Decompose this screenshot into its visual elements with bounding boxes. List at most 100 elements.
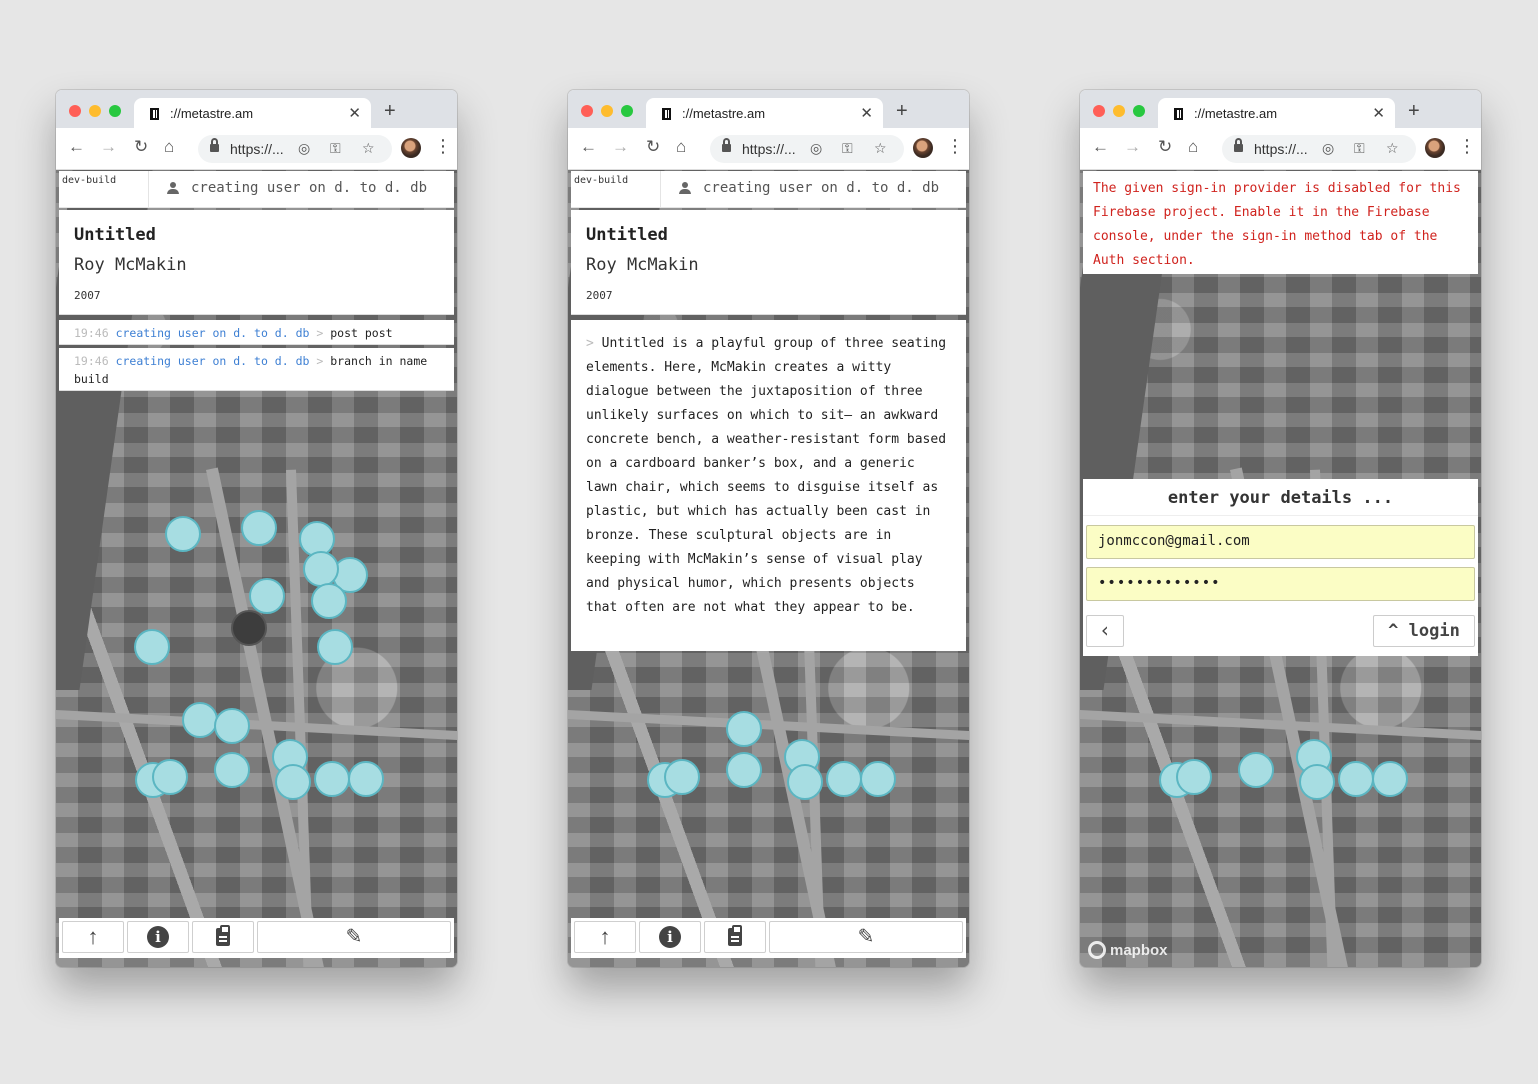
- map-marker[interactable]: [1338, 761, 1374, 797]
- forward-icon[interactable]: →: [100, 138, 117, 155]
- map-marker[interactable]: [348, 761, 384, 797]
- address-bar[interactable]: https://... ◎ ⚿ ☆: [1222, 135, 1416, 163]
- map-marker[interactable]: [303, 551, 339, 587]
- reload-icon[interactable]: ↻: [134, 138, 148, 155]
- profile-avatar[interactable]: [401, 138, 421, 158]
- map-marker[interactable]: [249, 578, 285, 614]
- map-marker[interactable]: [664, 759, 700, 795]
- maximize-window-button[interactable]: [1133, 105, 1145, 117]
- bookmark-star-icon[interactable]: ☆: [1386, 140, 1399, 157]
- browser-menu-icon[interactable]: ⋮: [946, 137, 964, 155]
- maximize-window-button[interactable]: [109, 105, 121, 117]
- browser-tab[interactable]: ://metastre.am ✕: [646, 98, 883, 128]
- browser-menu-icon[interactable]: ⋮: [1458, 137, 1476, 155]
- user-status[interactable]: creating user on d. to d. db: [167, 180, 427, 196]
- home-icon[interactable]: ⌂: [676, 138, 686, 155]
- key-icon[interactable]: ⚿: [1354, 140, 1365, 157]
- minimize-window-button[interactable]: [89, 105, 101, 117]
- new-tab-button[interactable]: +: [384, 101, 396, 121]
- new-tab-button[interactable]: +: [896, 101, 908, 121]
- location-icon[interactable]: ◎: [298, 140, 310, 157]
- clipboard-button[interactable]: [192, 921, 254, 953]
- back-button[interactable]: ‹: [1086, 615, 1124, 647]
- forward-icon[interactable]: →: [1124, 138, 1141, 155]
- map-marker[interactable]: [214, 708, 250, 744]
- map-marker[interactable]: [726, 752, 762, 788]
- edit-button[interactable]: ✎: [257, 921, 451, 953]
- new-tab-button[interactable]: +: [1408, 101, 1420, 121]
- browser-toolbar: ← → ↻ ⌂ https://... ◎ ⚿ ☆ ⋮: [568, 128, 969, 170]
- map-marker[interactable]: [317, 629, 353, 665]
- tab-close-icon[interactable]: ✕: [860, 104, 873, 122]
- info-button[interactable]: i: [127, 921, 189, 953]
- upload-button[interactable]: ↑: [62, 921, 124, 953]
- browser-menu-icon[interactable]: ⋮: [434, 137, 452, 155]
- map-marker[interactable]: [314, 761, 350, 797]
- map-marker[interactable]: [826, 761, 862, 797]
- user-status[interactable]: creating user on d. to d. db: [679, 180, 939, 196]
- close-window-button[interactable]: [581, 105, 593, 117]
- map-marker[interactable]: [1299, 764, 1335, 800]
- map-marker[interactable]: [860, 761, 896, 797]
- reload-icon[interactable]: ↻: [646, 138, 660, 155]
- home-icon[interactable]: ⌂: [164, 138, 174, 155]
- log-actor-link[interactable]: creating user on d. to d. db: [116, 354, 310, 368]
- map-marker[interactable]: [1372, 761, 1408, 797]
- address-bar[interactable]: https://... ◎ ⚿ ☆: [198, 135, 392, 163]
- map-marker[interactable]: [787, 764, 823, 800]
- minimize-window-button[interactable]: [1113, 105, 1125, 117]
- bookmark-star-icon[interactable]: ☆: [874, 140, 887, 157]
- lock-icon: [1234, 138, 1243, 152]
- artwork-card[interactable]: Untitled Roy McMakin 2007: [571, 210, 966, 315]
- login-button[interactable]: ^ login: [1373, 615, 1475, 647]
- map-marker[interactable]: [152, 759, 188, 795]
- location-icon[interactable]: ◎: [1322, 140, 1334, 157]
- map-marker[interactable]: [311, 583, 347, 619]
- map-marker[interactable]: [1176, 759, 1212, 795]
- forward-icon[interactable]: →: [612, 138, 629, 155]
- mapbox-attribution[interactable]: mapbox: [1088, 941, 1168, 959]
- email-field[interactable]: jonmccon@gmail.com: [1086, 525, 1475, 559]
- password-field[interactable]: •••••••••••••: [1086, 567, 1475, 601]
- address-bar[interactable]: https://... ◎ ⚿ ☆: [710, 135, 904, 163]
- location-icon[interactable]: ◎: [810, 140, 822, 157]
- info-button[interactable]: i: [639, 921, 701, 953]
- map-marker[interactable]: [1238, 752, 1274, 788]
- reload-icon[interactable]: ↻: [1158, 138, 1172, 155]
- map-marker[interactable]: [275, 764, 311, 800]
- divider: [660, 171, 661, 208]
- map-marker[interactable]: [726, 711, 762, 747]
- tab-close-icon[interactable]: ✕: [348, 104, 361, 122]
- browser-tab[interactable]: ://metastre.am ✕: [134, 98, 371, 128]
- back-icon[interactable]: ←: [1092, 138, 1109, 155]
- back-icon[interactable]: ←: [68, 138, 85, 155]
- pencil-icon: ✎: [857, 926, 875, 948]
- map-marker[interactable]: [134, 629, 170, 665]
- artwork-card[interactable]: Untitled Roy McMakin 2007: [59, 210, 454, 315]
- close-window-button[interactable]: [1093, 105, 1105, 117]
- map-road: [56, 710, 457, 741]
- maximize-window-button[interactable]: [621, 105, 633, 117]
- minimize-window-button[interactable]: [601, 105, 613, 117]
- home-icon[interactable]: ⌂: [1188, 138, 1198, 155]
- key-icon[interactable]: ⚿: [842, 140, 853, 157]
- description-text: Untitled is a playful group of three sea…: [586, 336, 947, 615]
- profile-avatar[interactable]: [913, 138, 933, 158]
- profile-avatar[interactable]: [1425, 138, 1445, 158]
- log-actor-link[interactable]: creating user on d. to d. db: [116, 326, 310, 340]
- close-window-button[interactable]: [69, 105, 81, 117]
- clipboard-button[interactable]: [704, 921, 766, 953]
- key-icon[interactable]: ⚿: [330, 140, 341, 157]
- tab-close-icon[interactable]: ✕: [1372, 104, 1385, 122]
- bookmark-star-icon[interactable]: ☆: [362, 140, 375, 157]
- login-panel: enter your details ... jonmccon@gmail.co…: [1083, 479, 1478, 656]
- browser-tab[interactable]: ://metastre.am ✕: [1158, 98, 1395, 128]
- map-marker[interactable]: [214, 752, 250, 788]
- edit-button[interactable]: ✎: [769, 921, 963, 953]
- upload-button[interactable]: ↑: [574, 921, 636, 953]
- map-marker-selected[interactable]: [231, 610, 267, 646]
- back-icon[interactable]: ←: [580, 138, 597, 155]
- map-marker[interactable]: [182, 702, 218, 738]
- map-marker[interactable]: [241, 510, 277, 546]
- map-marker[interactable]: [165, 516, 201, 552]
